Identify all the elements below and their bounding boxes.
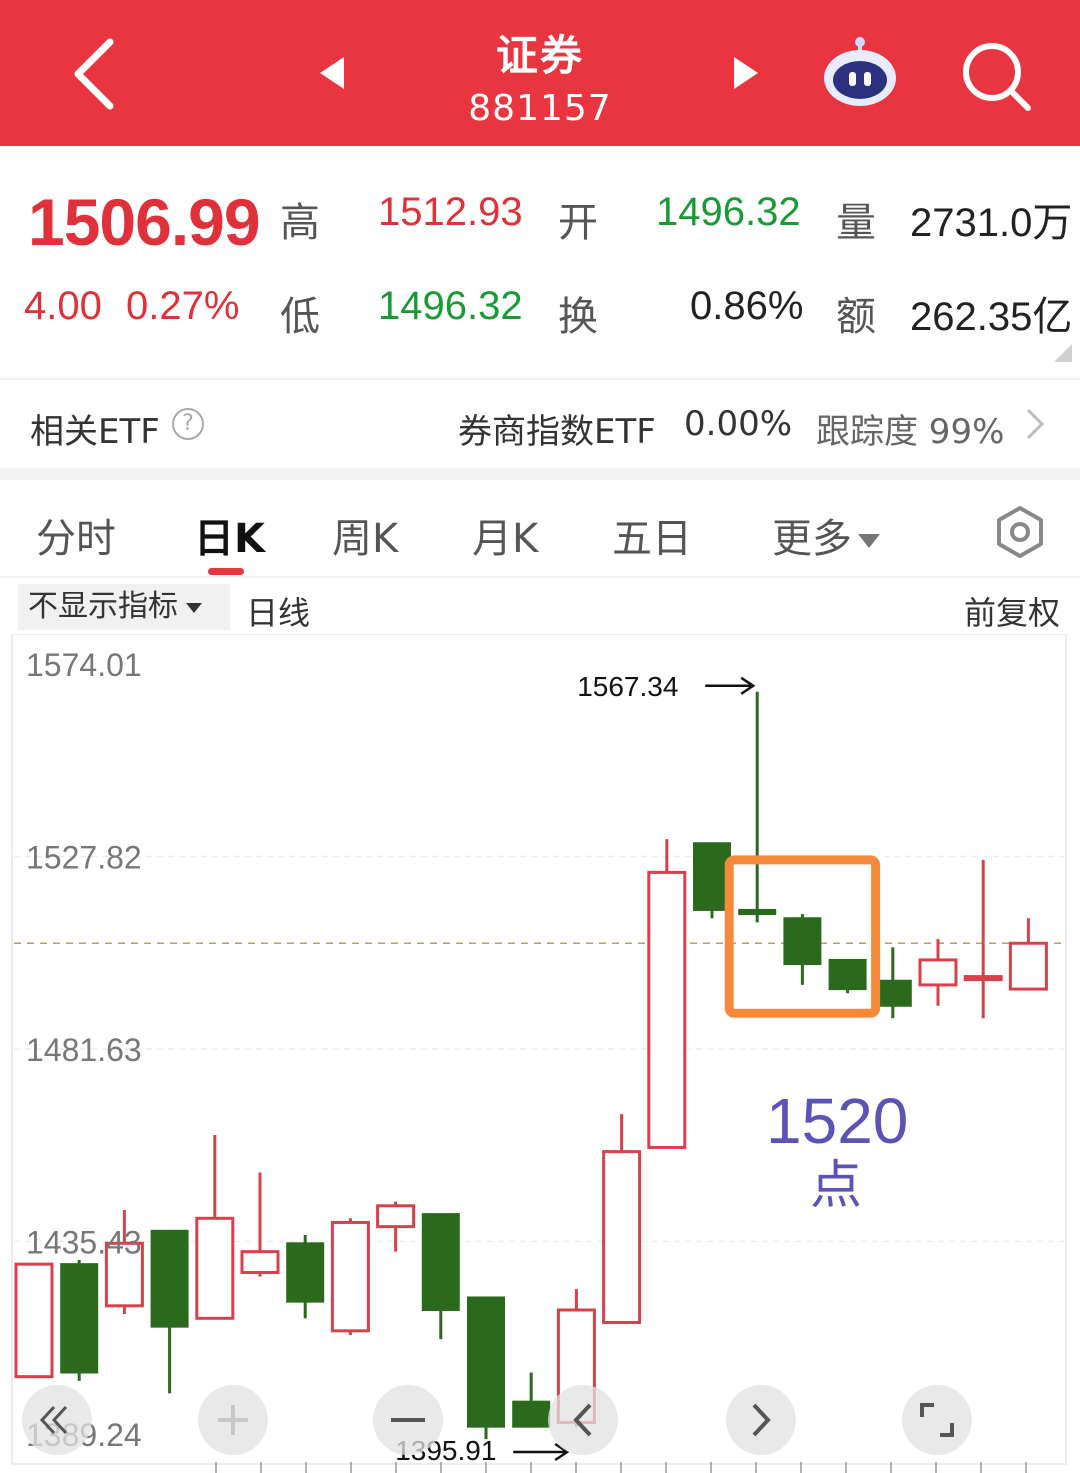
candle-body-up xyxy=(963,975,1003,982)
y-axis-label: 1574.01 xyxy=(26,647,142,683)
indicator-select[interactable]: 不显示指标 xyxy=(18,584,230,630)
turnover-value: 0.86% xyxy=(690,284,804,328)
candle-body-up xyxy=(14,1262,54,1379)
scroll-left-button[interactable] xyxy=(548,1385,618,1455)
candle-body-down xyxy=(512,1400,551,1428)
indicator-select-label: 不显示指标 xyxy=(28,589,178,624)
annotation-value: 1520 xyxy=(766,1085,909,1157)
etf-tracking: 跟踪度 99% xyxy=(816,412,1005,452)
fullscreen-button[interactable] xyxy=(902,1385,972,1455)
etf-change: 0.00% xyxy=(684,404,793,444)
scroll-left-fast-button[interactable] xyxy=(22,1385,92,1455)
low-label: 低 xyxy=(280,294,320,340)
zoom-out-button[interactable] xyxy=(373,1385,443,1455)
help-icon[interactable]: ? xyxy=(172,408,204,440)
chevron-right-icon[interactable] xyxy=(1020,404,1050,444)
low-value: 1496.32 xyxy=(378,284,523,328)
candle-body-up xyxy=(330,1220,370,1333)
period-label: 日线 xyxy=(246,594,311,632)
tab-intraday[interactable]: 分时 xyxy=(36,506,116,564)
chevron-left-icon xyxy=(573,1403,592,1437)
double-chevron-left-icon xyxy=(39,1405,68,1435)
price-annotation: 1520 点 xyxy=(766,1085,909,1216)
scroll-right-button[interactable] xyxy=(726,1385,796,1455)
axis-labels: 1574.011527.821481.631435.431389.241567.… xyxy=(26,647,756,1466)
candle-body-up xyxy=(647,870,687,1149)
open-label: 开 xyxy=(558,200,598,246)
max-price-marker: 1567.34 xyxy=(577,671,678,702)
chart-period-tabs: 分时 日K 周K 月K 五日 更多 xyxy=(0,480,1080,576)
tab-daily-k[interactable]: 日K xyxy=(194,506,265,564)
candle-body-down xyxy=(828,958,867,991)
caret-down-icon xyxy=(858,534,880,548)
tab-monthly-k[interactable]: 月K xyxy=(472,506,538,564)
annotation-unit: 点 xyxy=(809,1157,862,1215)
related-etf-label: 相关ETF xyxy=(30,412,160,452)
y-axis-label: 1527.82 xyxy=(26,839,142,875)
kline-svg[interactable]: 1574.011527.821481.631435.431389.241567.… xyxy=(0,634,1080,1473)
expand-corner-icon[interactable] xyxy=(1054,344,1072,362)
section-gap xyxy=(0,468,1080,480)
candle-body-down xyxy=(738,908,777,916)
last-price: 1506.99 xyxy=(28,185,261,259)
page-title: 证券 xyxy=(495,31,584,80)
grid-lines xyxy=(14,855,1064,1243)
amount-label: 额 xyxy=(836,294,876,340)
y-axis-label: 1435.43 xyxy=(26,1225,142,1261)
candle-body-down xyxy=(286,1242,325,1303)
etf-name: 券商指数ETF xyxy=(458,412,656,452)
plus-icon xyxy=(218,1405,248,1435)
kline-chart[interactable]: 1574.011527.821481.631435.431389.241567.… xyxy=(0,634,1080,1473)
high-label: 高 xyxy=(280,200,320,246)
change-percent: 0.27% xyxy=(126,284,240,328)
tab-more-label: 更多 xyxy=(772,516,852,562)
change-value: 4.00 xyxy=(24,284,102,328)
index-code: 881157 xyxy=(468,88,612,129)
tab-weekly-k[interactable]: 周K xyxy=(332,506,398,564)
candle-body-up xyxy=(376,1204,416,1229)
volume-label: 量 xyxy=(836,200,876,246)
candles xyxy=(14,691,1048,1440)
turnover-label: 换 xyxy=(558,294,598,340)
quote-panel: 1506.99 高 1512.93 开 1496.32 量 2731.0万 4.… xyxy=(0,146,1080,378)
indicator-row: 不显示指标 日线 前复权 xyxy=(0,578,1080,634)
volume-value: 2731.0万 xyxy=(910,201,1073,245)
candle-body-down xyxy=(60,1263,99,1374)
active-tab-indicator xyxy=(208,568,244,575)
settings-hexagon-icon[interactable] xyxy=(992,504,1048,560)
candle-body-up xyxy=(602,1150,642,1324)
title-bar: 证券 881157 xyxy=(0,0,1080,146)
zoom-in-button[interactable] xyxy=(198,1385,268,1455)
candle-body-up xyxy=(918,958,958,987)
next-triangle-icon[interactable] xyxy=(730,55,760,91)
tab-five-day[interactable]: 五日 xyxy=(612,506,692,564)
candle-body-up xyxy=(1008,941,1048,991)
amount-value: 262.35亿 xyxy=(910,295,1073,339)
open-value: 1496.32 xyxy=(656,190,801,234)
fullscreen-icon xyxy=(920,1403,954,1437)
robot-assistant-icon[interactable] xyxy=(820,36,900,110)
high-value: 1512.93 xyxy=(378,190,523,234)
candle-body-down xyxy=(693,842,731,911)
minus-icon xyxy=(391,1418,425,1422)
related-etf-row[interactable]: 相关ETF ? 券商指数ETF 0.00% 跟踪度 99% xyxy=(0,380,1080,468)
tab-more[interactable]: 更多 xyxy=(772,506,880,564)
caret-down-icon xyxy=(186,602,202,613)
chevron-right-icon xyxy=(752,1403,771,1437)
candle-body-down xyxy=(421,1213,460,1311)
search-icon[interactable] xyxy=(958,38,1034,114)
candle-body-up xyxy=(195,1216,235,1320)
candle-body-down xyxy=(783,917,822,966)
candle-body-up xyxy=(240,1250,280,1274)
adjustment-label[interactable]: 前复权 xyxy=(964,588,1060,634)
candle-body-down xyxy=(150,1229,189,1328)
candle-body-down xyxy=(873,979,912,1007)
candle-body-down xyxy=(467,1296,505,1428)
y-axis-label: 1481.63 xyxy=(26,1032,142,1068)
